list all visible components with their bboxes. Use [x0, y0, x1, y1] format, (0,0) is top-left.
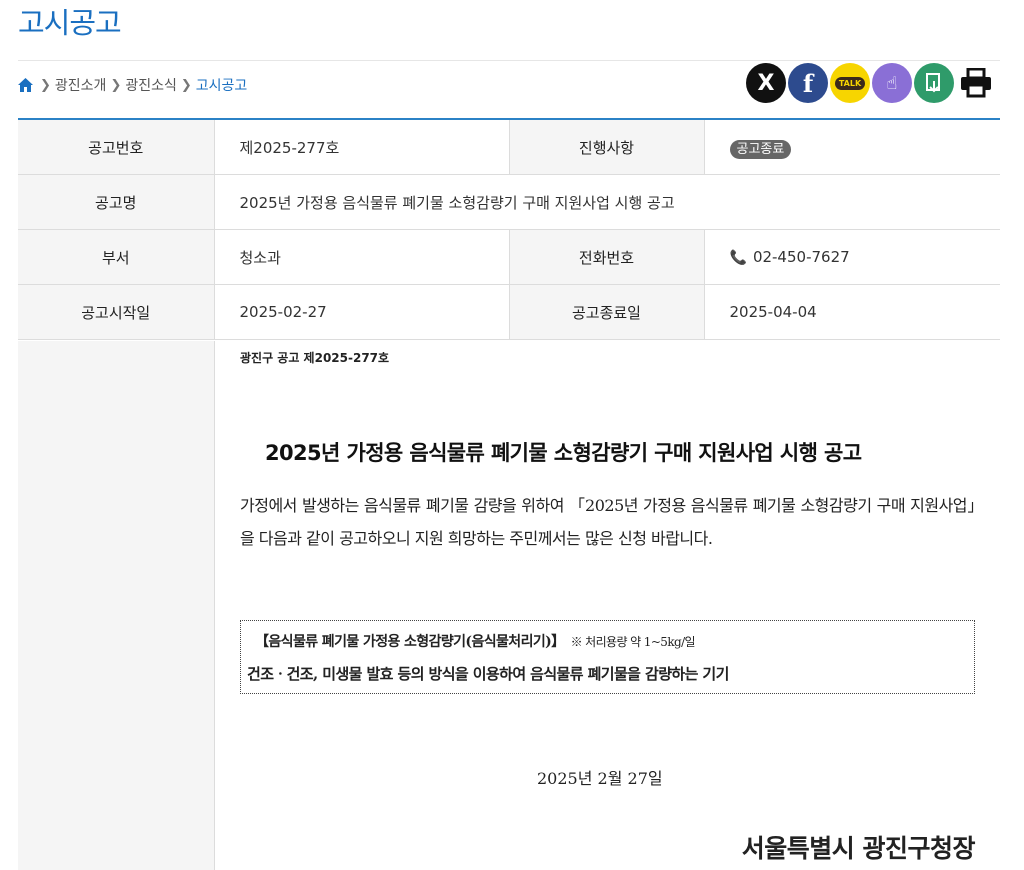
phone-icon: 📞	[729, 250, 747, 266]
status-cell: 공고종료	[703, 120, 1000, 175]
document-number: 광진구 공고 제2025-277호	[240, 351, 390, 365]
phone-cell: 📞 02-450-7627	[703, 229, 1000, 285]
box-heading-text: 【음식물류 폐기물 가정용 소형감량기(음식물처리기)】	[255, 634, 565, 650]
facebook-icon[interactable]: f	[788, 63, 828, 103]
notice-number: 제2025-277호	[213, 120, 509, 175]
breadcrumb-link-news[interactable]: 광진소식	[125, 75, 177, 95]
page-title: 고시공고	[18, 6, 122, 40]
box-note: ※ 처리용량 약 1~5kg/일	[570, 635, 696, 649]
notice-info-table: 공고번호 제2025-277호 진행사항 공고종료 공고명 2025년 가정용 …	[18, 120, 1000, 340]
kakaotalk-label: TALK	[834, 76, 866, 90]
label-status: 진행사항	[508, 120, 704, 175]
department: 청소과	[213, 229, 509, 285]
label-number: 공고번호	[18, 120, 214, 175]
box-description: 건조ㆍ건조, 미생물 발효 등의 방식을 이용하여 음식물류 폐기물을 감량하는…	[247, 665, 729, 683]
table-row: 부서 청소과 전화번호 📞 02-450-7627	[18, 229, 1000, 285]
breadcrumb-current: 고시공고	[195, 78, 248, 94]
breadcrumb: ❯ 광진소개 ❯ 광진소식 ❯ 고시공고	[18, 75, 247, 95]
home-icon[interactable]	[18, 78, 33, 92]
chevron-right-icon: ❯	[110, 77, 122, 93]
status-badge: 공고종료	[729, 139, 792, 159]
end-date: 2025-04-04	[703, 284, 1000, 340]
kakaotalk-icon[interactable]: TALK	[830, 63, 870, 103]
label-dept: 부서	[18, 229, 214, 285]
info-box: 【음식물류 폐기물 가정용 소형감량기(음식물처리기)】 ※ 처리용량 약 1~5…	[240, 620, 975, 694]
table-row: 공고번호 제2025-277호 진행사항 공고종료	[18, 120, 1000, 175]
print-icon[interactable]	[956, 63, 996, 103]
x-label: X	[757, 70, 775, 96]
breadcrumb-link-about[interactable]: 광진소개	[55, 75, 107, 95]
start-date: 2025-02-27	[213, 284, 509, 340]
facebook-label: f	[802, 68, 814, 98]
touch-icon[interactable]: ☝	[872, 63, 912, 103]
content-side-column	[18, 341, 215, 870]
document-signer: 서울특별시 광진구청장	[741, 834, 976, 863]
label-start: 공고시작일	[18, 284, 214, 340]
share-toolbar: X f TALK ☝	[744, 63, 996, 103]
title-divider	[18, 60, 1000, 61]
document-icon[interactable]	[914, 63, 954, 103]
box-heading: 【음식물류 폐기물 가정용 소형감량기(음식물처리기)】 ※ 처리용량 약 1~5…	[255, 631, 696, 651]
x-icon[interactable]: X	[746, 63, 786, 103]
phone-number: 02-450-7627	[752, 248, 850, 266]
label-phone: 전화번호	[508, 229, 704, 285]
document-title: 2025년 가정용 음식물류 폐기물 소형감량기 구매 지원사업 시행 공고	[265, 441, 862, 465]
table-row: 공고시작일 2025-02-27 공고종료일 2025-04-04	[18, 284, 1000, 340]
chevron-right-icon: ❯	[180, 77, 192, 93]
label-end: 공고종료일	[508, 284, 704, 340]
document-date: 2025년 2월 27일	[537, 769, 663, 788]
label-name: 공고명	[18, 174, 214, 230]
notice-name: 2025년 가정용 음식물류 폐기물 소형감량기 구매 지원사업 시행 공고	[213, 174, 1000, 230]
table-row: 공고명 2025년 가정용 음식물류 폐기물 소형감량기 구매 지원사업 시행 …	[18, 174, 1000, 230]
document-body: 가정에서 발생하는 음식물류 폐기물 감량을 위하여 「2025년 가정용 음식…	[240, 496, 976, 548]
chevron-right-icon: ❯	[40, 77, 51, 93]
